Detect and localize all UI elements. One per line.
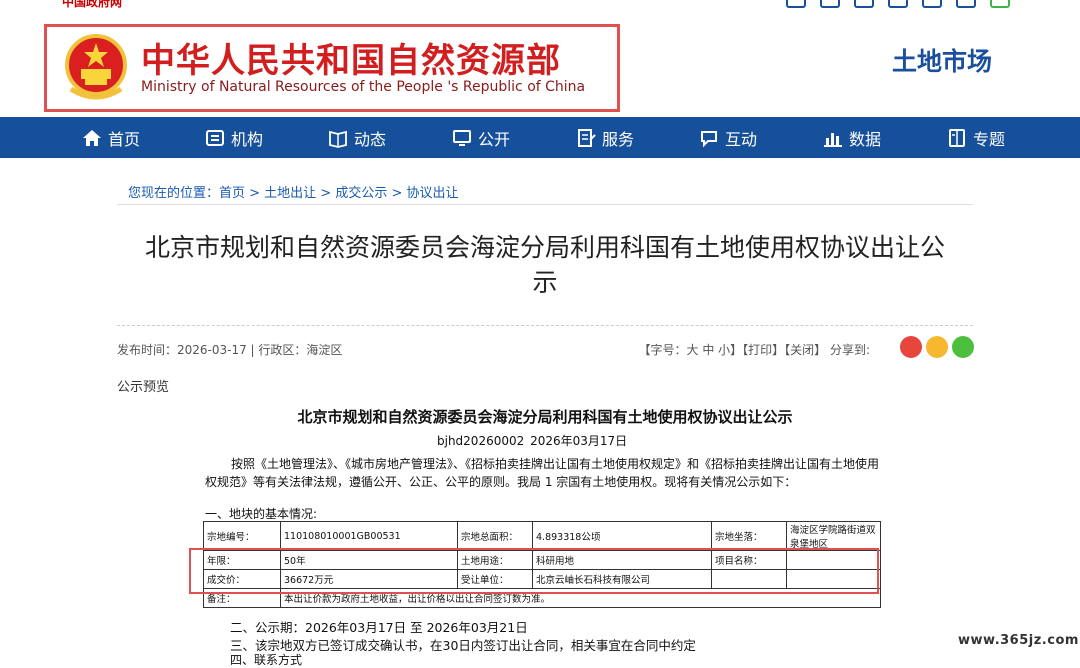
monitor-icon: [453, 129, 471, 146]
nav-item-topics[interactable]: 专题: [947, 117, 1005, 158]
breadcrumb[interactable]: 您现在的位置：首页 > 土地出让 > 成交公示 > 协议出让: [128, 182, 458, 201]
nav-label: 服务: [602, 129, 635, 149]
weibo-share-icon[interactable]: [900, 336, 922, 358]
main-nav: 首页 机构 动态 公开 服务 互动 数据 专题: [0, 117, 1080, 158]
table-cell: 宗地坐落：: [711, 521, 787, 551]
table-cell: 海淀区学院路街道双泉堡地区: [786, 521, 881, 551]
share-buttons: [900, 336, 974, 358]
nav-label: 公开: [478, 129, 511, 149]
divider: [117, 204, 973, 205]
highlight-box: [189, 548, 879, 594]
nav-item-news[interactable]: 动态: [328, 117, 386, 158]
table-cell: 4.893318公顷: [532, 521, 712, 551]
org-icon: [206, 129, 224, 146]
nav-label: 专题: [973, 129, 1006, 149]
weibo-icon[interactable]: [956, 0, 976, 8]
doc-paragraph: 按照《土地管理法》、《城市房地产管理法》、《招标拍卖挂牌出让国有土地使用权规定》…: [205, 457, 880, 489]
wechat-icon[interactable]: [990, 0, 1010, 8]
book-icon: [329, 130, 347, 148]
mail-icon[interactable]: [820, 0, 840, 8]
nav-item-data[interactable]: 数据: [823, 117, 881, 158]
bar-chart-icon: [824, 132, 842, 147]
site-name: 土地市场: [892, 47, 993, 76]
gov-link[interactable]: 中国政府网: [62, 0, 122, 10]
page-title: 北京市规划和自然资源委员会海淀分局利用科国有土地使用权协议出让公 示: [117, 230, 973, 300]
page-title-line2: 示: [532, 268, 558, 297]
article-meta: 发布时间：2026-03-17 | 行政区：海淀区: [117, 343, 343, 357]
ministry-logo[interactable]: 中华人民共和国自然资源部 Ministry of Natural Resourc…: [44, 24, 620, 112]
site-header: 中华人民共和国自然资源部 Ministry of Natural Resourc…: [0, 12, 1080, 117]
table-cell: 宗地总面积：: [457, 521, 533, 551]
accessibility-icon[interactable]: [854, 0, 874, 8]
national-emblem-icon: [65, 34, 127, 100]
table-row: 宗地编号： 110108010001GB00531 宗地总面积： 4.89331…: [203, 521, 881, 551]
table-cell: 110108010001GB00531: [280, 521, 458, 551]
qzone-share-icon[interactable]: [926, 336, 948, 358]
nav-label: 互动: [725, 129, 758, 149]
watermark: www.365jz.com: [958, 633, 1079, 648]
page-title-line1: 北京市规划和自然资源委员会海淀分局利用科国有土地使用权协议出让公: [144, 233, 945, 262]
doc-title: 北京市规划和自然资源委员会海淀分局利用科国有土地使用权协议出让公示: [297, 408, 793, 426]
nav-item-public[interactable]: 公开: [452, 117, 510, 158]
doc-section-2: 二、公示期：2026年03月17日 至 2026年03月21日: [230, 620, 528, 635]
preview-label: 公示预览: [117, 380, 170, 395]
wechat-share-icon[interactable]: [952, 336, 974, 358]
chat-icon: [701, 130, 717, 147]
nav-item-org[interactable]: 机构: [205, 117, 263, 158]
mobile-icon[interactable]: [888, 0, 908, 8]
home-icon: [83, 129, 101, 146]
book-open-icon: [949, 128, 965, 147]
divider-dashed: [117, 325, 973, 326]
doc-edit-icon: [578, 128, 596, 147]
top-icons: [786, 0, 1010, 8]
nav-label: 首页: [108, 129, 141, 149]
table-cell: 宗地编号：: [203, 521, 281, 551]
ministry-name-en: Ministry of Natural Resources of the Peo…: [141, 79, 586, 95]
nav-item-home[interactable]: 首页: [82, 117, 140, 158]
ministry-name-cn: 中华人民共和国自然资源部: [141, 41, 561, 81]
doc-id-line: bjhd20260002 2026年03月17日: [437, 434, 628, 448]
nav-label: 动态: [354, 129, 387, 149]
mail-icon[interactable]: [786, 0, 806, 8]
nav-item-interact[interactable]: 互动: [699, 117, 757, 158]
top-bar: 中国政府网: [0, 0, 1080, 12]
doc-section-1: 一、地块的基本情况:: [205, 507, 318, 521]
article-tools[interactable]: 【字号：大 中 小】【打印】【关闭】 分享到:: [639, 341, 871, 358]
mobile-icon[interactable]: [922, 0, 942, 8]
doc-section-4: 四、联系方式: [230, 653, 303, 667]
nav-label: 机构: [231, 129, 264, 149]
nav-item-service[interactable]: 服务: [576, 117, 634, 158]
nav-label: 数据: [849, 129, 882, 149]
